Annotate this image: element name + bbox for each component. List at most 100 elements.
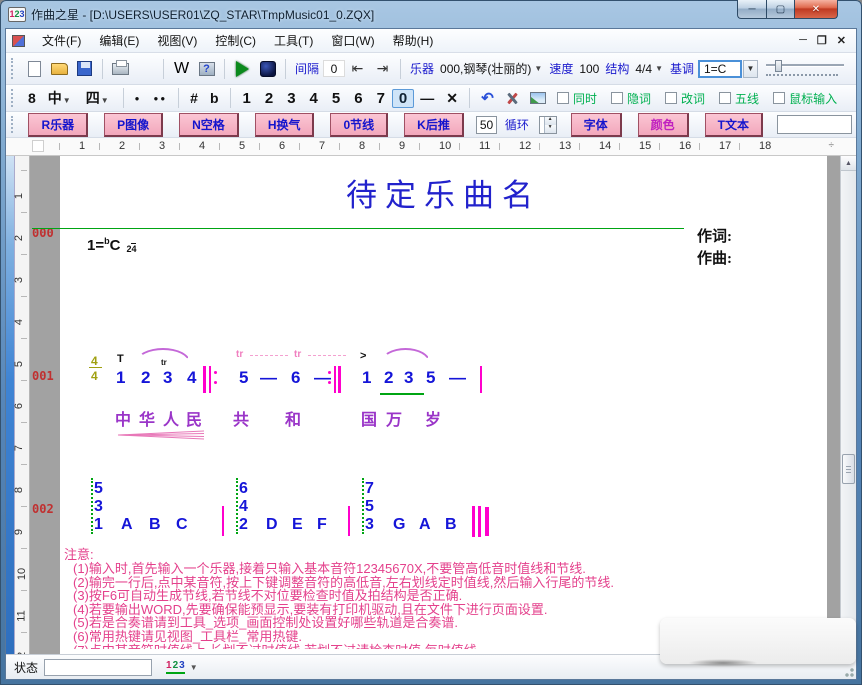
word-export-icon[interactable]: W [170,57,193,80]
note-button-3[interactable]: 3 [280,89,302,108]
checkbox-box[interactable] [719,92,731,104]
stop-icon[interactable] [256,57,279,80]
note-button-—[interactable]: — [414,89,440,107]
text-input[interactable] [777,115,852,134]
key-combobox[interactable]: 1=C [698,60,742,78]
music-token[interactable]: 5 [365,498,374,516]
music-note[interactable]: 5 [426,368,435,388]
note-button-#[interactable]: # [184,89,204,107]
volume-slider[interactable] [766,60,844,78]
edit-button-P图像[interactable]: P图像 [104,113,163,137]
format-button-颜色[interactable]: 颜色 [638,113,689,137]
expand-gap-icon[interactable]: ⇥ [371,57,394,80]
chevron-down-icon[interactable]: ▼ [655,64,663,73]
music-note[interactable]: — [449,368,466,388]
menu-item[interactable]: 编辑(E) [90,31,148,51]
note-button-1[interactable]: 1 [236,89,258,108]
checkbox-五线[interactable]: 五线 [719,90,759,107]
spinner-arrows[interactable]: ▲▼ [544,117,556,133]
shrink-gap-icon[interactable]: ⇤ [346,57,369,80]
music-note[interactable]: 1 [362,368,371,388]
note-button-●[interactable]: ● [129,93,148,104]
mdi-restore-button[interactable]: ❐ [817,34,827,47]
save-icon[interactable] [73,57,96,80]
music-token[interactable]: D [266,516,278,534]
music-token[interactable]: F [317,516,327,534]
music-note[interactable]: 3 [163,368,172,388]
checkbox-box[interactable] [773,92,785,104]
maximize-button[interactable]: ▢ [766,0,794,19]
music-token[interactable]: B [149,516,161,534]
open-icon[interactable] [48,57,71,80]
note-button-6[interactable]: 6 [347,89,369,108]
slider-thumb[interactable] [775,60,782,72]
checkbox-鼠标输入[interactable]: 鼠标输入 [773,90,837,107]
music-token[interactable]: C [176,516,188,534]
format-button-字体[interactable]: 字体 [571,113,622,137]
image-icon[interactable] [526,87,549,110]
help-icon[interactable]: ? [195,57,218,80]
checkbox-box[interactable] [665,92,677,104]
key-dropdown-button[interactable]: ▼ [743,60,758,78]
print-preview-icon[interactable] [134,57,157,80]
structure-select[interactable]: 4/4 [635,62,652,76]
music-token[interactable]: 4 [239,498,248,516]
interval-value[interactable]: 0 [323,60,345,77]
menu-item[interactable]: 视图(V) [148,31,206,51]
music-token[interactable]: 3 [365,516,374,534]
checkbox-同时[interactable]: 同时 [557,90,597,107]
music-token[interactable]: A [419,516,431,534]
lyric-syllable[interactable]: 华 [139,406,155,430]
note-button-8[interactable]: 8 [22,89,42,107]
minimize-button[interactable]: ─ [737,0,766,19]
key-signature[interactable]: 1=bC24 [87,236,136,254]
music-note[interactable]: 5 [239,368,248,388]
music-note[interactable]: 6 [291,368,300,388]
music-token[interactable]: 5 [94,480,103,498]
music-token[interactable]: G [393,516,405,534]
music-note[interactable]: 1 [116,368,125,388]
instrument-select[interactable]: 000,钢琴(壮丽的) [440,60,531,77]
music-note[interactable]: 3 [404,368,413,388]
music-token[interactable]: 3 [94,498,103,516]
checkbox-box[interactable] [557,92,569,104]
lyric-syllable[interactable]: 共 [233,406,249,430]
score-canvas[interactable]: 待定乐曲名 1=bC24 作词: 作曲: 44T12tr34trtr5—6—>1… [30,156,840,654]
lyric-syllable[interactable]: 和 [285,406,301,430]
music-note[interactable]: — [260,368,277,388]
lyric-syllable[interactable]: 中 [115,406,131,430]
status-input[interactable] [44,659,152,676]
music-token[interactable]: B [445,516,457,534]
song-title[interactable]: 待定乐曲名 [60,170,827,215]
lyricist-label[interactable]: 作词: [697,226,732,248]
tools-icon[interactable] [501,87,524,110]
note-button-●●[interactable]: ●● [147,93,173,104]
edit-button-0节线[interactable]: 0节线 [330,113,388,137]
lyric-syllable[interactable]: 人 [163,406,179,430]
menu-item[interactable]: 工具(T) [265,31,322,51]
music-token[interactable]: E [292,516,303,534]
music-token[interactable]: 6 [239,480,248,498]
mdi-close-button[interactable]: ✕ [837,34,846,47]
loop-spinner[interactable]: 1 ▲▼ [539,116,557,134]
note-button-0[interactable]: 0 [392,89,414,108]
lyric-syllable[interactable]: 国 [361,406,377,430]
menu-item[interactable]: 窗口(W) [322,31,383,51]
composer-label[interactable]: 作曲: [697,248,732,270]
note-button-中[interactable]: 中▼ [42,87,80,109]
format-button-T文本[interactable]: T文本 [705,113,763,137]
scroll-up-arrow[interactable]: ▲ [841,156,856,171]
print-icon[interactable] [109,57,132,80]
note-button-✕[interactable]: ✕ [440,89,464,108]
music-token[interactable]: 7 [365,480,374,498]
music-note[interactable]: 2 [384,368,393,388]
lyric-syllable[interactable]: 岁 [425,406,441,430]
lyric-syllable[interactable]: 民 [186,406,202,430]
music-note[interactable]: 4 [187,368,196,388]
music-note[interactable]: 2 [141,368,150,388]
edit-button-R乐器[interactable]: R乐器 [28,113,88,137]
music-token[interactable]: A [121,516,133,534]
chevron-down-icon[interactable]: ▼ [534,64,542,73]
note-button-4[interactable]: 4 [303,89,325,108]
note-button-2[interactable]: 2 [258,89,280,108]
